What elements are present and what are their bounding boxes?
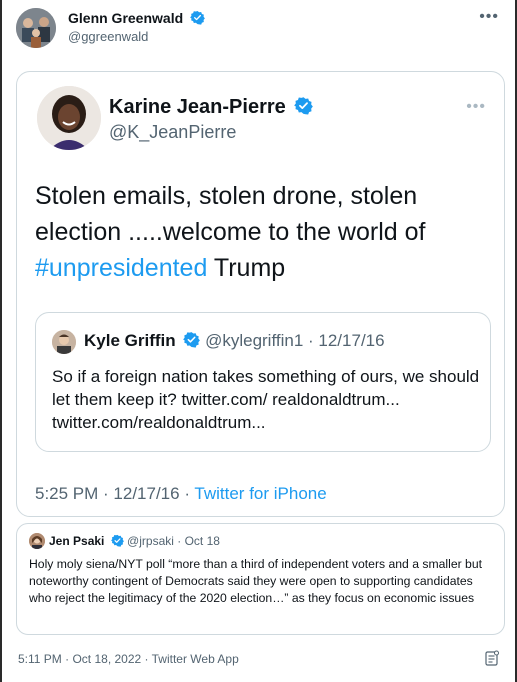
quoted-tweet-text: Holy moly siena/NYT poll “more than a th… bbox=[29, 557, 482, 605]
screenshot-avatar bbox=[37, 86, 101, 150]
verified-badge-icon bbox=[190, 10, 205, 25]
screenshot-source-link: Twitter for iPhone bbox=[194, 484, 327, 503]
tweet-card: Glenn Greenwald @ggreenwald ••• Karine J… bbox=[0, 0, 517, 682]
quoted-tweet[interactable]: Jen Psaki @jrpsaki · Oct 18 Holy moly si… bbox=[16, 523, 505, 635]
screenshot-tweet-text: Stolen emails, stolen drone, stolen elec… bbox=[35, 182, 426, 282]
tweet-timestamp[interactable]: 5:11 PM · Oct 18, 2022 · Twitter Web App bbox=[18, 652, 239, 666]
verified-badge-icon bbox=[183, 332, 201, 348]
verified-badge-icon bbox=[294, 97, 314, 115]
screenshot-timestamp: 5:25 PM · 12/17/16 · Twitter for iPhone bbox=[35, 484, 327, 503]
author-name[interactable]: Glenn Greenwald bbox=[68, 10, 205, 26]
quoted-tweet-avatar bbox=[29, 533, 45, 549]
hashtag-link: #unpresidented bbox=[35, 254, 208, 282]
author-avatar[interactable] bbox=[16, 8, 56, 48]
nested-quoted-tweet: Kyle Griffin @kylegriffin1 · 12/17/16 So… bbox=[35, 312, 491, 452]
screenshot-author-handle: @K_JeanPierre bbox=[109, 122, 237, 142]
verified-badge-icon bbox=[110, 534, 124, 547]
quoted-tweet-header: Jen Psaki @jrpsaki · Oct 18 bbox=[49, 534, 220, 548]
analytics-icon[interactable] bbox=[485, 650, 499, 666]
nested-quote-avatar bbox=[52, 330, 76, 354]
nested-quote-text: So if a foreign nation takes something o… bbox=[52, 367, 480, 432]
screenshot-author-name: Karine Jean-Pierre bbox=[109, 96, 314, 119]
quoted-screenshot: Karine Jean-Pierre @K_JeanPierre ••• Sto… bbox=[16, 71, 505, 517]
more-options-icon[interactable]: ••• bbox=[479, 8, 499, 26]
nested-quote-header: Kyle Griffin @kylegriffin1 · 12/17/16 bbox=[84, 331, 385, 350]
more-options-icon: ••• bbox=[466, 98, 486, 115]
author-handle[interactable]: @ggreenwald bbox=[68, 29, 148, 44]
